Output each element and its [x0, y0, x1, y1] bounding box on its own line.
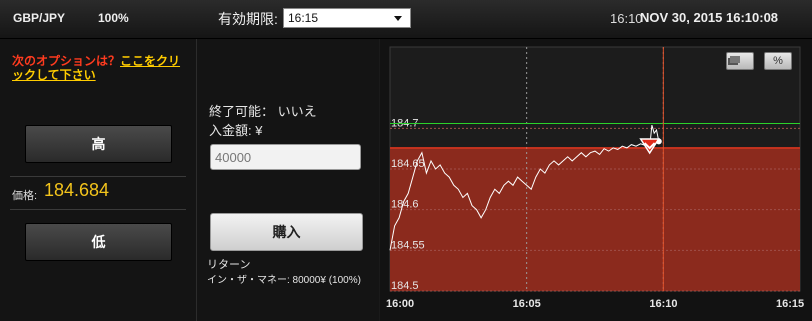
payout-percent: 100%	[98, 11, 129, 25]
price-label: 価格:	[12, 190, 38, 202]
x-tick-label: 16:15	[776, 298, 804, 310]
x-tick-label: 16:05	[513, 298, 541, 310]
currency-pair: GBP/JPY	[13, 11, 66, 25]
current-time-short: 16:10	[610, 11, 643, 26]
x-tick-label: 16:10	[649, 298, 677, 310]
chart-canvas: 184.7184.65184.6184.55184.516:00 16:05 16:…	[386, 46, 804, 310]
y-tick-label: 184.5	[391, 280, 419, 292]
current-datetime: NOV 30, 2015 16:10:08	[640, 10, 779, 25]
chevron-down-icon	[394, 16, 402, 21]
next-option-text: 次のオプションは？	[12, 54, 121, 68]
top-bar: GBP/JPY 100% 有効期限: 16:15 16:10 NOV 30, 2…	[0, 0, 812, 39]
y-tick-label: 184.55	[391, 239, 425, 251]
expiry-label: 有効期限:	[218, 11, 278, 27]
end-possible-label: 終了可能： いいえ	[209, 104, 317, 119]
amount-input[interactable]: 40000	[210, 144, 361, 170]
expiry-select[interactable]: 16:15	[283, 8, 411, 28]
left-panel: 次のオプションは？ここをクリックして下さい 高 価格: 184.684 低	[0, 39, 197, 321]
deposit-label: 入金額: ¥	[209, 123, 263, 138]
expiry-value: 16:15	[288, 11, 319, 25]
low-button[interactable]: 低	[25, 223, 172, 261]
percent-icon[interactable]: %	[764, 52, 792, 70]
order-panel: 終了可能： いいえ 入金額: ¥ 40000 購入 リターン イン・ザ・マネー:…	[197, 39, 379, 321]
divider	[10, 176, 186, 177]
price-value: 184.684	[44, 180, 110, 200]
in-the-money-label: イン・ザ・マネー: 80000¥ (100%)	[207, 275, 361, 286]
return-label: リターン	[207, 259, 251, 271]
divider	[10, 209, 186, 210]
y-tick-label: 184.65	[391, 158, 425, 170]
x-tick-label: 16:00	[386, 298, 414, 310]
buy-button[interactable]: 購入	[210, 213, 363, 251]
high-button[interactable]: 高	[25, 125, 172, 163]
next-option-notice: 次のオプションは？ここをクリックして下さい	[12, 54, 192, 82]
window-icon[interactable]	[726, 52, 754, 70]
price-chart[interactable]: 184.7 184.65 184.6 184.55 184.5 16:00 16:05 16:…	[380, 39, 812, 321]
window-icon-graphic	[728, 56, 740, 65]
